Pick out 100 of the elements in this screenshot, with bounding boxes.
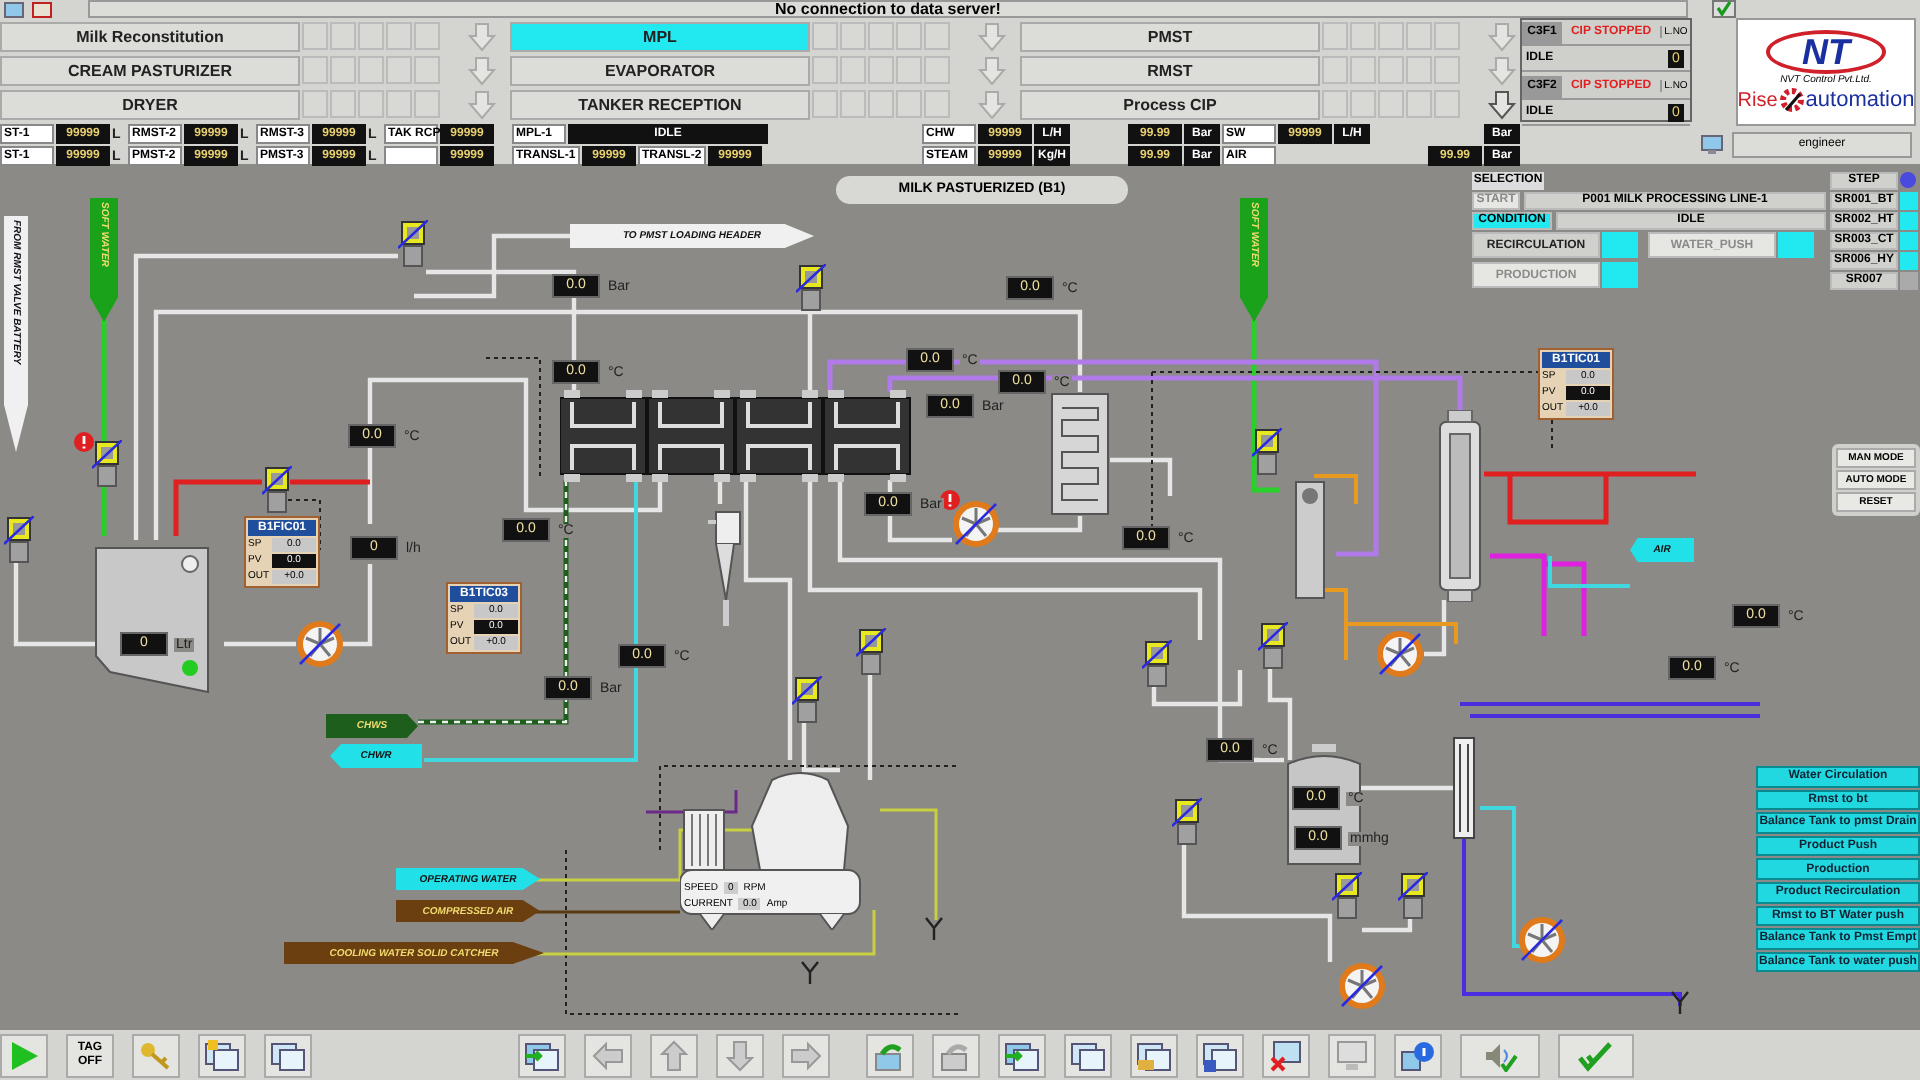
indicator-square: [812, 90, 838, 118]
gear-icon: [1777, 86, 1806, 114]
arrow-icon: [788, 1039, 824, 1071]
indicator-square: [330, 56, 356, 84]
logo-mark: NT: [1766, 30, 1886, 74]
window-icon: [270, 1039, 306, 1071]
indicator-square: [924, 90, 950, 118]
indicator-square: [840, 22, 866, 50]
indicator-square: [1350, 22, 1376, 50]
process-button[interactable]: DRYER: [0, 89, 300, 119]
info-button[interactable]: [1394, 1033, 1442, 1077]
drain-icon: [800, 960, 820, 984]
pump-icon[interactable]: [952, 500, 1000, 548]
valve-icon[interactable]: [792, 676, 822, 724]
indicator-square: [896, 56, 922, 84]
sound-button[interactable]: [1460, 1033, 1540, 1077]
valve-icon[interactable]: [1142, 640, 1172, 688]
drain-icon: [1670, 990, 1690, 1014]
heat-exchanger-drawing: [1452, 736, 1476, 840]
down-arrow-icon[interactable]: [1486, 89, 1518, 119]
ack-button[interactable]: [1558, 1033, 1634, 1077]
redo-button[interactable]: [932, 1033, 980, 1077]
delete-icon: [1268, 1039, 1304, 1071]
pump-icon[interactable]: [1338, 962, 1386, 1010]
indicator-square: [330, 22, 356, 50]
drain-icon: [924, 916, 944, 940]
alarm-icon: [74, 432, 94, 452]
valve-icon[interactable]: [1332, 872, 1362, 920]
process-button[interactable]: MPL: [510, 21, 810, 51]
valve-icon[interactable]: [1172, 798, 1202, 846]
process-button[interactable]: RMST: [1020, 55, 1320, 85]
process-button[interactable]: TANKER RECEPTION: [510, 89, 810, 119]
valve-icon[interactable]: [1258, 622, 1288, 670]
indicator-square: [840, 90, 866, 118]
indicator-square: [1406, 90, 1432, 118]
indicator-square: [812, 22, 838, 50]
import-button[interactable]: [518, 1033, 566, 1077]
valve-icon[interactable]: [262, 466, 292, 514]
indicator-square: [358, 56, 384, 84]
indicator-square: [1322, 56, 1348, 84]
valve-icon[interactable]: [398, 220, 428, 268]
indicator-square: [358, 22, 384, 50]
valve-icon[interactable]: [1398, 872, 1428, 920]
pump-icon[interactable]: [296, 620, 344, 668]
window-icon: [1004, 1039, 1040, 1071]
start-button[interactable]: [0, 1033, 48, 1077]
delete-button[interactable]: [1262, 1033, 1310, 1077]
arrow-icon: [656, 1039, 692, 1071]
alarm-list-icon[interactable]: [32, 1, 52, 17]
report-button[interactable]: [264, 1033, 312, 1077]
arrow-icon: [590, 1039, 626, 1071]
indicator-square: [1322, 90, 1348, 118]
indicator-square: [386, 56, 412, 84]
process-button[interactable]: PMST: [1020, 21, 1320, 51]
process-button[interactable]: EVAPORATOR: [510, 55, 810, 85]
export-button[interactable]: [1064, 1033, 1112, 1077]
indicator-square: [868, 56, 894, 84]
indicator-square: [924, 56, 950, 84]
display-icon[interactable]: [4, 1, 24, 17]
process-button[interactable]: CREAM PASTURIZER: [0, 55, 300, 85]
indicator-square: [868, 22, 894, 50]
valve-icon[interactable]: [1252, 428, 1282, 476]
valve-icon[interactable]: [856, 628, 886, 676]
favorites-button[interactable]: [198, 1033, 246, 1077]
indicator-square: [302, 22, 328, 50]
logo-word: automation: [1805, 88, 1915, 112]
monitor-icon[interactable]: [1700, 134, 1724, 156]
valve-icon[interactable]: [4, 516, 34, 564]
indicator-square: [302, 90, 328, 118]
blank-label: [384, 146, 438, 166]
process-button[interactable]: Milk Reconstitution: [0, 21, 300, 51]
undo-button[interactable]: [866, 1033, 914, 1077]
monitor-icon: [1334, 1039, 1370, 1071]
pump-icon[interactable]: [1376, 630, 1424, 678]
mode-indicator: [1602, 232, 1638, 258]
play-icon: [6, 1039, 42, 1071]
valve-icon[interactable]: [796, 264, 826, 312]
mode-indicator: [1778, 232, 1814, 258]
open-button[interactable]: [1130, 1033, 1178, 1077]
indicator-square: [1406, 22, 1432, 50]
indicator-square: [414, 90, 440, 118]
valve-icon[interactable]: [92, 440, 122, 488]
info-icon: [1400, 1039, 1436, 1071]
indicator-square: [1378, 90, 1404, 118]
indicator-square: [896, 22, 922, 50]
connection-status-text: No connection to data server!: [775, 1, 1001, 17]
check-icon: [1578, 1039, 1614, 1071]
import2-button[interactable]: [998, 1033, 1046, 1077]
save-button[interactable]: [1196, 1033, 1244, 1077]
speaker-icon: [1482, 1039, 1518, 1071]
indicator-square: [1322, 22, 1348, 50]
pump-icon[interactable]: [1518, 916, 1566, 964]
mode-indicator: [1602, 262, 1638, 288]
process-button[interactable]: Process CIP: [1020, 89, 1320, 119]
indicator-square: [1378, 22, 1404, 50]
step-indicator: [1900, 172, 1916, 188]
indicator-square: [1378, 56, 1404, 84]
indicator-square: [414, 22, 440, 50]
check-icon[interactable]: [1712, 0, 1736, 18]
indicator-square: [386, 90, 412, 118]
